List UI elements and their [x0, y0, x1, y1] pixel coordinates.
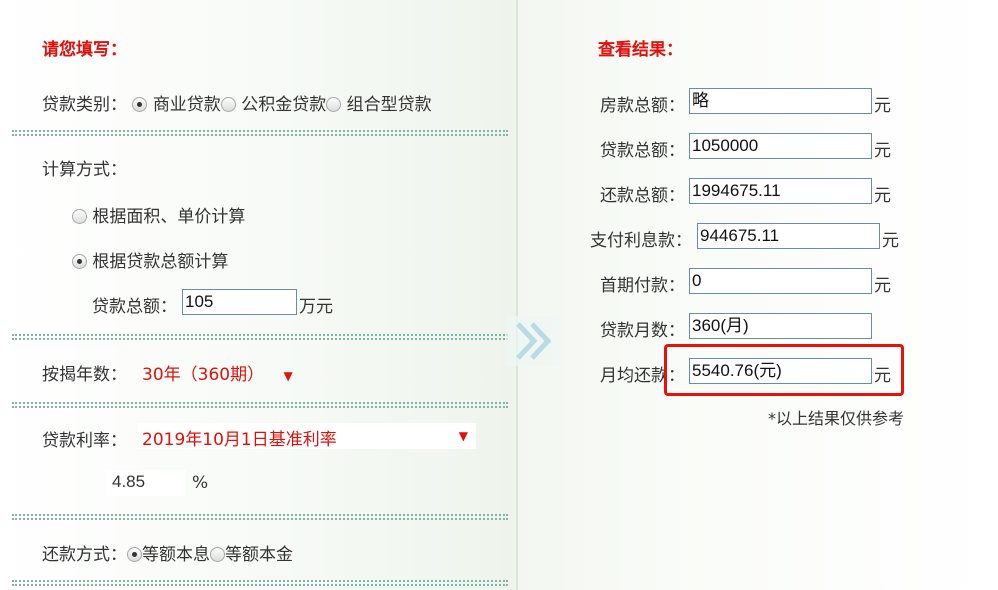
- calc-method-option-total[interactable]: 根据贷款总额计算: [72, 247, 228, 272]
- loan-type-option-combined[interactable]: 组合型贷款: [347, 95, 432, 115]
- rate-unit: %: [192, 473, 209, 493]
- result-label-house-total: 房款总额：: [600, 96, 685, 116]
- repay-method-radio-equal-principal[interactable]: [210, 547, 225, 562]
- result-note: *以上结果仅供参考: [768, 409, 905, 428]
- calc-method-option-total-label[interactable]: 根据贷款总额计算: [92, 252, 228, 272]
- calc-method-radio-area[interactable]: [72, 209, 87, 224]
- repay-method-radio-equal-installment[interactable]: [127, 547, 142, 562]
- panel-divider: [516, 0, 518, 590]
- dotted-divider: [12, 334, 508, 340]
- years-label: 按揭年数：: [42, 365, 127, 385]
- result-unit: 元: [874, 96, 891, 116]
- rate-select[interactable]: 2019年10月1日基准利率 ▼: [138, 423, 476, 450]
- calc-method-label: 计算方式：: [42, 160, 127, 180]
- repay-method-row: 还款方式： 等额本息 等额本金: [42, 540, 293, 565]
- calc-method-radio-total[interactable]: [72, 254, 87, 269]
- result-label-interest: 支付利息款：: [590, 231, 692, 251]
- result-months-field[interactable]: 360(月): [689, 313, 872, 339]
- triangle-down-icon[interactable]: ▼: [284, 369, 293, 383]
- triangle-down-icon[interactable]: ▼: [459, 429, 468, 443]
- dotted-divider: [12, 514, 508, 520]
- loan-type-radio-commercial[interactable]: [132, 97, 148, 112]
- rate-value-input[interactable]: 4.85: [106, 470, 186, 496]
- dotted-divider: [12, 130, 508, 136]
- rate-select-value: 2019年10月1日基准利率: [142, 430, 337, 450]
- loan-total-label: 贷款总额：: [92, 297, 177, 317]
- result-down-payment-field[interactable]: 0: [689, 268, 872, 294]
- result-label-repay-total: 还款总额：: [600, 186, 685, 206]
- result-label-loan-total: 贷款总额：: [600, 141, 685, 161]
- calc-method-option-area-label[interactable]: 根据面积、单价计算: [92, 207, 245, 227]
- result-label-down-payment: 首期付款：: [600, 276, 685, 296]
- result-unit: 元: [874, 186, 891, 206]
- loan-total-unit: 万元: [299, 297, 333, 317]
- repay-method-option-equal-installment[interactable]: 等额本息: [142, 545, 210, 565]
- loan-type-radio-provident[interactable]: [220, 97, 236, 112]
- loan-type-option-provident[interactable]: 公积金贷款: [241, 95, 326, 115]
- loan-type-option-commercial[interactable]: 商业贷款: [153, 95, 221, 115]
- result-unit: 元: [874, 141, 891, 161]
- result-label-months: 贷款月数：: [600, 321, 685, 341]
- monthly-payment-highlight: [664, 344, 904, 396]
- years-select[interactable]: 30年（360期） ▼: [142, 360, 293, 385]
- input-section-title: 请您填写：: [42, 40, 127, 60]
- rate-label: 贷款利率：: [42, 431, 127, 451]
- loan-type-row: 贷款类别： 商业贷款 公积金贷款 组合型贷款: [42, 90, 432, 115]
- result-interest-field[interactable]: 944675.11: [697, 223, 880, 249]
- repay-method-label: 还款方式：: [42, 545, 127, 565]
- double-chevron-right-icon: [506, 316, 560, 366]
- loan-type-radio-combined[interactable]: [326, 97, 342, 112]
- loan-type-label: 贷款类别：: [42, 95, 127, 115]
- years-select-value: 30年（360期）: [142, 365, 265, 385]
- result-unit: 元: [874, 276, 891, 296]
- result-section-title: 查看结果：: [598, 40, 683, 60]
- dotted-divider: [12, 402, 508, 408]
- result-unit: 元: [882, 231, 899, 251]
- loan-total-input[interactable]: 105: [182, 289, 297, 315]
- repay-method-option-equal-principal[interactable]: 等额本金: [225, 545, 293, 565]
- result-house-total-field[interactable]: 略: [689, 88, 872, 114]
- calc-method-option-area[interactable]: 根据面积、单价计算: [72, 202, 245, 227]
- result-repay-total-field[interactable]: 1994675.11: [689, 178, 872, 204]
- dotted-divider: [12, 580, 508, 586]
- result-loan-total-field[interactable]: 1050000: [689, 133, 872, 159]
